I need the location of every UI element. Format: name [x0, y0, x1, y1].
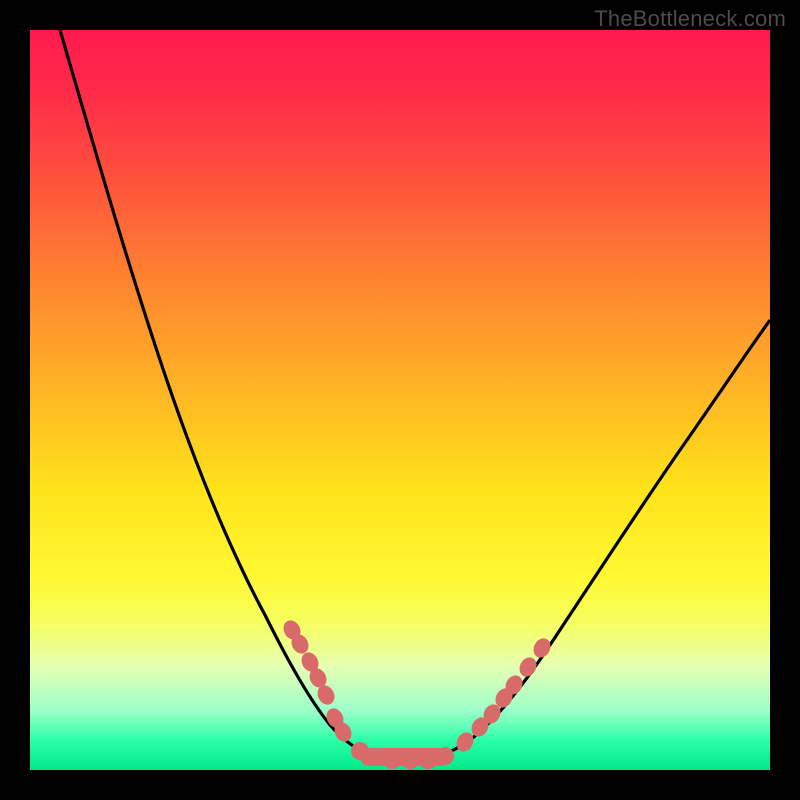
curve-svg [30, 30, 770, 770]
watermark-text: TheBottleneck.com [594, 6, 786, 32]
plot-gradient-area [30, 30, 770, 770]
marker-cluster-left [280, 617, 355, 744]
bottleneck-curve [60, 30, 770, 760]
marker-cluster-bottom [351, 742, 454, 769]
chart-frame: TheBottleneck.com [0, 0, 800, 800]
marker-cluster-right [453, 635, 554, 754]
